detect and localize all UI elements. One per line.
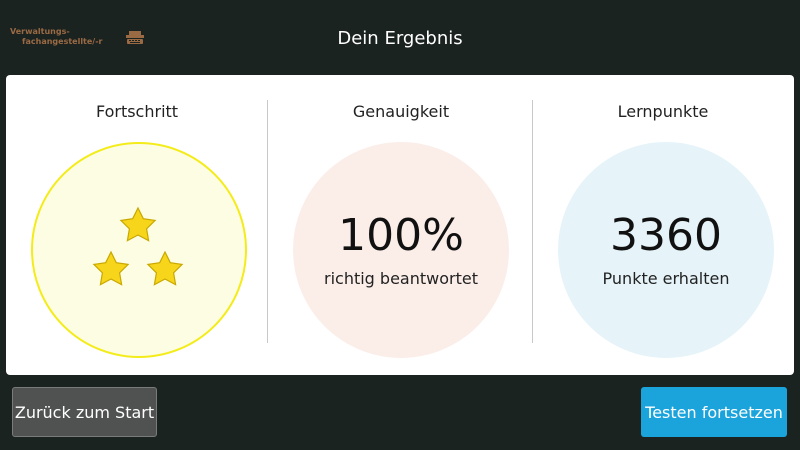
divider xyxy=(267,100,268,343)
star-icon xyxy=(147,251,183,286)
star-icon xyxy=(93,251,129,286)
star-icon xyxy=(120,207,156,242)
progress-section: Fortschritt xyxy=(6,75,268,375)
progress-title: Fortschritt xyxy=(95,102,179,121)
progress-circle xyxy=(31,142,247,358)
points-title: Lernpunkte xyxy=(617,102,709,121)
points-caption: Punkte erhalten xyxy=(602,269,730,288)
accuracy-title: Genauigkeit xyxy=(352,102,450,121)
points-value: 3360 xyxy=(610,210,722,261)
page-title: Dein Ergebnis xyxy=(337,28,463,49)
results-card: Fortschritt Genauigkeit 100% richtig bea… xyxy=(6,75,794,375)
stars-rating xyxy=(93,207,183,286)
accuracy-section: Genauigkeit 100% richtig beantwortet xyxy=(270,75,532,375)
accuracy-value: 100% xyxy=(338,210,464,261)
accuracy-circle: 100% richtig beantwortet xyxy=(293,142,509,358)
continue-testing-button[interactable]: Testen fortsetzen xyxy=(641,387,787,437)
back-to-start-button[interactable]: Zurück zum Start xyxy=(12,387,157,437)
points-section: Lernpunkte 3360 Punkte erhalten xyxy=(532,75,794,375)
top-bar: Verwaltungs- fachangestellte/-r Dein Erg… xyxy=(0,0,800,75)
points-circle: 3360 Punkte erhalten xyxy=(558,142,774,358)
accuracy-caption: richtig beantwortet xyxy=(324,269,478,288)
